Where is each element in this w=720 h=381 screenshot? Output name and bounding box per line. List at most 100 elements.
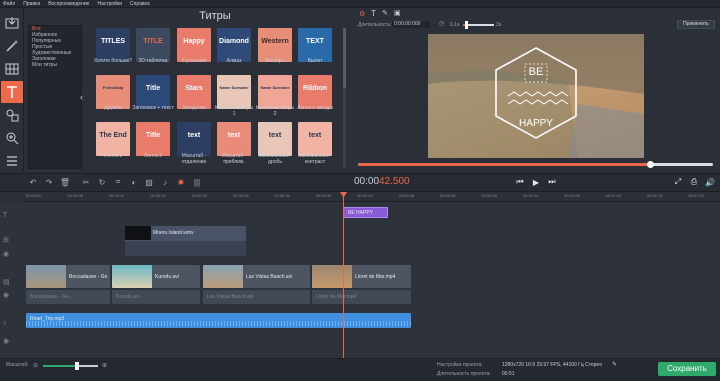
title-tile-label: Вылет bbox=[307, 58, 323, 64]
equalizer-icon[interactable]: ||| bbox=[191, 176, 203, 188]
audio-clip-4[interactable]: Lloret de Mar.mp4 bbox=[312, 290, 411, 304]
title-tile-label: Лента 1 bbox=[103, 153, 122, 159]
menu-bar: Файл Правка Воспроизведение Настройки Справк… bbox=[0, 0, 720, 8]
playhead[interactable] bbox=[343, 192, 344, 358]
audio-clip-1[interactable]: Boccadasse - Ge... bbox=[26, 290, 110, 304]
zoom-slider-knob[interactable] bbox=[75, 362, 79, 370]
microphone-icon[interactable]: ♪ bbox=[159, 176, 171, 188]
title-tile-label: Минимализм - дробь bbox=[258, 153, 292, 165]
ruler-tick-label: 00:00:45 bbox=[398, 193, 415, 198]
video-preview[interactable]: BE HAPPY bbox=[428, 34, 644, 158]
audio-clip-2[interactable]: Kuredu.avi bbox=[112, 290, 200, 304]
zoom-pan-button[interactable] bbox=[1, 127, 23, 149]
ruler-tick-label: 00:01:10 bbox=[605, 193, 622, 198]
title-tile[interactable]: Name Surname bbox=[258, 75, 292, 109]
rotate-icon[interactable]: ↻ bbox=[96, 176, 108, 188]
menu-file[interactable]: Файл bbox=[0, 0, 20, 7]
category-my-titles[interactable]: Мои титры bbox=[29, 62, 81, 68]
cut-icon[interactable]: ✂ bbox=[80, 176, 92, 188]
menu-settings[interactable]: Настройки bbox=[94, 0, 127, 7]
preview-title-line2[interactable]: HAPPY bbox=[506, 118, 566, 129]
title-tile[interactable]: TEXT bbox=[298, 28, 332, 62]
transitions-button[interactable] bbox=[1, 58, 23, 80]
redo-icon[interactable]: ↷ bbox=[43, 176, 55, 188]
menu-edit[interactable]: Правка bbox=[20, 0, 45, 7]
color-adjust-icon[interactable]: ◐ bbox=[128, 176, 140, 188]
video-clip-1[interactable]: Boccadasse - Ge bbox=[26, 265, 110, 288]
title-tile[interactable]: text bbox=[258, 122, 292, 156]
title-clip[interactable]: BE HAPPY bbox=[343, 207, 388, 218]
speed-min-label: 0.1s bbox=[450, 22, 460, 28]
preview-seek-knob[interactable] bbox=[647, 161, 654, 168]
menu-help[interactable]: Справка bbox=[127, 0, 155, 7]
title-tile[interactable]: The End bbox=[96, 122, 130, 156]
title-tile[interactable]: text bbox=[298, 122, 332, 156]
stickers-button[interactable] bbox=[1, 104, 23, 126]
overlay-clip[interactable]: Moeru Island.wmv bbox=[125, 226, 246, 256]
overlay-clip-label: Moeru Island.wmv bbox=[153, 230, 194, 236]
ruler-tick-label: 00:00:00 bbox=[26, 193, 42, 198]
crop-icon[interactable]: ⌗ bbox=[112, 176, 124, 188]
title-tile[interactable]: text bbox=[217, 122, 251, 156]
title-tile-preview-text: Happy bbox=[183, 38, 205, 45]
fullscreen-icon[interactable]: ⤢ bbox=[672, 176, 684, 188]
title-tile[interactable]: Happy bbox=[177, 28, 211, 62]
delete-icon[interactable]: 🗑 bbox=[59, 176, 71, 188]
video-clip-3-thumbnail bbox=[203, 265, 243, 288]
title-tile[interactable]: Name Surname bbox=[217, 75, 251, 109]
undo-icon[interactable]: ↶ bbox=[27, 176, 39, 188]
edit-settings-icon[interactable]: ✎ bbox=[612, 361, 617, 368]
snapshot-icon[interactable]: ⎙ bbox=[688, 176, 700, 188]
menu-playback[interactable]: Воспроизведение bbox=[45, 0, 94, 7]
video-clip-4[interactable]: Lloret de Mar.mp4 bbox=[312, 265, 411, 288]
title-tile[interactable]: Diamond bbox=[217, 28, 251, 62]
title-tile-preview-text: Title bbox=[145, 132, 161, 139]
import-media-button[interactable] bbox=[1, 12, 23, 34]
title-tile[interactable]: Ribbon bbox=[298, 75, 332, 109]
duration-input[interactable]: 0:00:00:000 bbox=[392, 21, 430, 28]
scroll-left-arrow-icon[interactable]: ‹ bbox=[80, 92, 86, 102]
overlay-visibility-icon[interactable]: ◉ bbox=[3, 250, 9, 258]
title-tile[interactable]: TITLE bbox=[136, 28, 170, 62]
video-clip-2[interactable]: Kuredu.avi bbox=[112, 265, 200, 288]
video-clip-4-thumbnail bbox=[312, 265, 352, 288]
zoom-icon bbox=[6, 132, 19, 145]
list-icon bbox=[7, 156, 17, 166]
record-settings-icon[interactable]: ✹ bbox=[175, 176, 187, 188]
video-visibility-icon[interactable]: ◉ bbox=[3, 291, 9, 299]
filters-button[interactable] bbox=[1, 35, 23, 57]
video-clip-3[interactable]: Las Vistas Beach.avi bbox=[203, 265, 310, 288]
zoom-out-icon[interactable]: ⊖ bbox=[33, 362, 38, 369]
title-tile[interactable]: Title bbox=[136, 122, 170, 156]
speed-slider-knob[interactable] bbox=[465, 21, 468, 29]
title-tile-preview-text: text bbox=[268, 132, 282, 139]
save-icon[interactable]: ▣ bbox=[394, 9, 401, 17]
title-tile[interactable]: TITLES bbox=[96, 28, 130, 62]
play-icon[interactable]: ▶ bbox=[530, 176, 542, 188]
volume-icon[interactable]: 🔊 bbox=[704, 176, 716, 188]
more-tools-button[interactable] bbox=[1, 150, 23, 172]
next-frame-icon[interactable]: ⏭ bbox=[546, 176, 558, 188]
title-tile[interactable]: Title bbox=[136, 75, 170, 109]
title-tile[interactable]: text bbox=[177, 122, 211, 156]
audio-clip-3[interactable]: Las Vistas Beach.avi bbox=[203, 290, 310, 304]
previous-frame-icon[interactable]: ⏮ bbox=[514, 176, 526, 188]
brush-icon[interactable]: ✎ bbox=[382, 9, 388, 17]
apply-button[interactable]: Применить bbox=[677, 20, 715, 29]
music-clip[interactable]: Road_Trip.mp3 bbox=[26, 313, 411, 328]
image-icon[interactable]: ▨ bbox=[143, 176, 155, 188]
titles-button[interactable] bbox=[1, 81, 23, 103]
settings-gear-icon[interactable]: ⚙ bbox=[359, 10, 365, 18]
zoom-in-icon[interactable]: ⊕ bbox=[102, 362, 107, 369]
music-volume-icon[interactable]: ◉ bbox=[3, 337, 9, 345]
ruler-tick-label: 00:00:50 bbox=[440, 193, 456, 198]
title-tile[interactable]: Western bbox=[258, 28, 292, 62]
title-tile[interactable]: Stars bbox=[177, 75, 211, 109]
preview-title-line1[interactable]: BE bbox=[524, 66, 548, 78]
title-tile[interactable]: Friendship bbox=[96, 75, 130, 109]
grid-scrollbar-thumb[interactable] bbox=[343, 28, 346, 88]
title-tile-label: Масштаб - приближ. bbox=[221, 153, 247, 165]
text-tool-icon[interactable]: T bbox=[371, 9, 376, 18]
save-button[interactable]: Сохранить bbox=[658, 362, 716, 376]
ruler-tick-label: 00:01:05 bbox=[564, 193, 580, 198]
